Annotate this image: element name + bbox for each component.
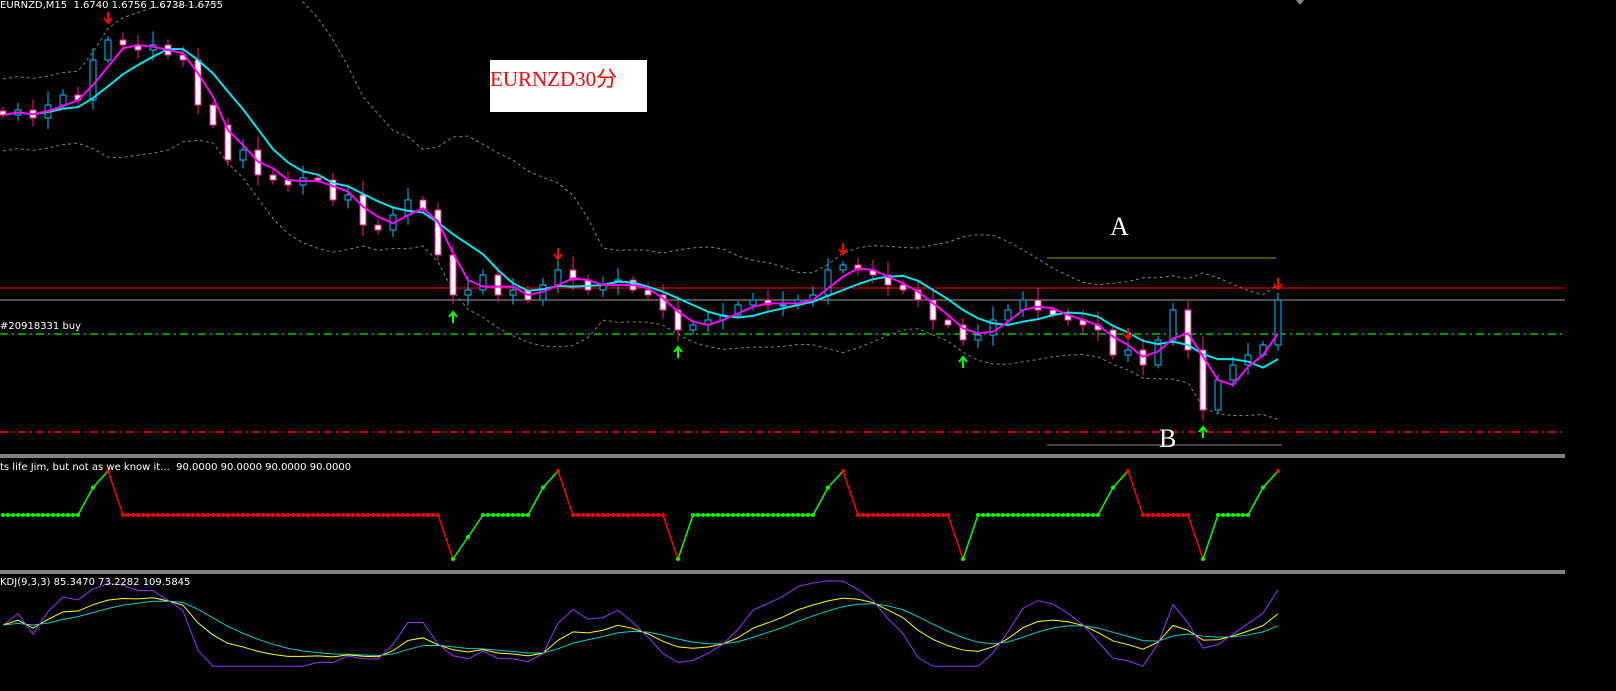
scroll-indicator-icon (1296, 0, 1304, 5)
symbol-label: EURNZD,M15 (0, 0, 68, 11)
candle-body (509, 289, 517, 296)
candle-body (1274, 299, 1282, 346)
candle-body (359, 194, 367, 226)
symbol-header: EURNZD,M15 1.6740 1.6756 1.6738 1.6755 (0, 0, 223, 11)
indicator1-point (1276, 469, 1280, 473)
indicator1-segment (437, 514, 454, 560)
buy-arrow-icon (448, 310, 458, 323)
candle-body (1109, 329, 1117, 356)
candle-body (89, 59, 97, 101)
indicator1-segment (557, 470, 574, 516)
bollinger-lower (2, 139, 1279, 420)
candle-body (479, 274, 487, 291)
price-chart[interactable] (0, 0, 1616, 691)
order-label: #20918331 buy (0, 321, 82, 332)
candle-body (1124, 349, 1132, 356)
candle-body (944, 319, 952, 326)
indicator1-segment (1262, 470, 1279, 489)
indicator1-segment (1112, 470, 1129, 489)
candle-body (209, 104, 217, 126)
candle-body (449, 254, 457, 296)
buy-arrow-icon (958, 355, 968, 368)
indicator1-segment (527, 487, 544, 516)
candle-body (899, 284, 907, 291)
candle-body (824, 269, 832, 296)
candle-body (1019, 299, 1027, 311)
candle-body (464, 289, 472, 296)
indicator1-segment (467, 514, 484, 538)
indicator1-segment (947, 514, 964, 560)
kdj-j-line (2, 580, 1279, 667)
indicator1-segment (1247, 487, 1264, 516)
marker-b: B (1159, 424, 1177, 453)
candle-body (104, 39, 112, 61)
candle-body (974, 334, 982, 341)
candle-body (1034, 299, 1042, 311)
candle-body (434, 209, 442, 256)
indicator1-segment (107, 470, 124, 516)
indicator1-segment (1097, 487, 1114, 516)
sell-arrow-icon (1273, 278, 1283, 291)
indicator1-segment (92, 470, 109, 489)
indicator2-label: KDJ(9,3,3) 85.3470 73.2282 109.5845 (0, 577, 191, 588)
candle-body (404, 199, 412, 216)
indicator1-segment (1187, 514, 1204, 560)
ohlc-values: 1.6740 1.6756 1.6738 1.6755 (73, 0, 224, 11)
candle-body (749, 299, 757, 306)
sell-arrow-icon (103, 12, 113, 25)
candle-body (839, 264, 847, 271)
marker-a: A (1110, 212, 1129, 241)
sell-arrow-icon (553, 248, 563, 261)
indicator1-segment (452, 536, 469, 560)
indicator1-segment (842, 470, 859, 516)
candle-body (344, 194, 352, 201)
candle-body (1169, 309, 1177, 341)
indicator1-segment (677, 514, 694, 560)
candle-body (554, 269, 562, 286)
buy-arrow-icon (673, 345, 683, 358)
indicator1-segment (812, 487, 829, 516)
candle-body (494, 274, 502, 296)
candle-body (314, 177, 322, 181)
indicator1-segment (1127, 470, 1144, 516)
bollinger-upper (2, 0, 1279, 296)
candle-body (239, 149, 247, 161)
candle-body (374, 224, 382, 231)
indicator1-segment (542, 470, 559, 489)
candle-body (269, 174, 277, 181)
indicator1-segment (77, 487, 94, 516)
candle-body (1214, 379, 1222, 411)
indicator1-segment (1202, 514, 1219, 560)
indicator1-segment (827, 470, 844, 489)
candle-body (194, 59, 202, 106)
candle-body (1229, 364, 1237, 381)
candle-body (689, 324, 697, 331)
kdj-k-line (2, 597, 1279, 658)
candle-body (59, 94, 67, 106)
indicator1-segment (962, 514, 979, 560)
candle-body (119, 39, 127, 46)
indicator1-segment (662, 514, 679, 560)
candle-body (779, 304, 787, 307)
candle-body (1004, 309, 1012, 321)
annotation-text: EURNZD30分 (490, 67, 618, 91)
annotation-box[interactable]: EURNZD30分 (490, 60, 647, 112)
indicator1-label: ts life Jim, but not as we know it... 90… (0, 462, 352, 473)
